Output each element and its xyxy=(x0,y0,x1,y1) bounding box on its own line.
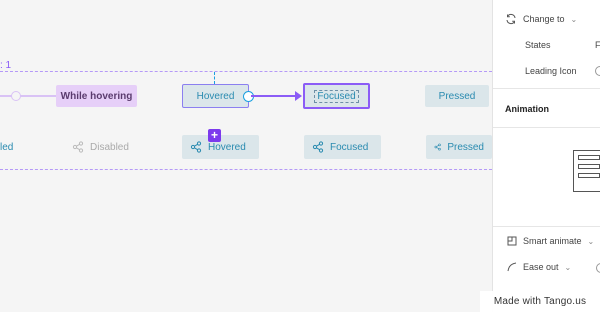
pressed-label: Pressed xyxy=(438,90,476,102)
frame-border-top xyxy=(0,71,492,72)
focused-variant-row2[interactable]: Focused xyxy=(304,135,381,159)
animation-section-title: Animation xyxy=(505,104,549,114)
pressed-label: Pressed xyxy=(447,141,484,153)
animation-preview xyxy=(493,128,600,226)
phone-preview-icon xyxy=(573,150,600,192)
selection-guide xyxy=(214,72,215,84)
hovered-variant[interactable]: Hovered xyxy=(182,84,249,108)
variant-label: led xyxy=(0,141,14,153)
connection-node-icon[interactable] xyxy=(11,91,21,101)
focused-variant[interactable]: Focused xyxy=(303,83,370,109)
leading-icon-label: Leading Icon xyxy=(525,66,577,76)
easing-dropdown[interactable]: Ease out ⌄ xyxy=(507,262,571,272)
divider xyxy=(493,88,600,89)
while-hovering-trigger[interactable]: While hovering xyxy=(56,85,137,107)
hovered-label: Hovered xyxy=(208,141,246,153)
frame-border-bottom xyxy=(0,169,492,170)
frame-label: : 1 xyxy=(0,60,12,71)
connection-wire-left xyxy=(0,95,56,97)
prototype-canvas[interactable]: : 1 While hovering Hovered Focused Press… xyxy=(0,0,492,312)
change-to-label: Change to xyxy=(523,14,565,24)
chevron-down-icon: ⌄ xyxy=(570,14,578,24)
refresh-icon xyxy=(506,13,516,25)
duration-toggle[interactable] xyxy=(596,263,600,273)
states-label: States xyxy=(525,40,551,50)
hovered-label: Hovered xyxy=(196,90,235,102)
share-icon xyxy=(434,143,441,151)
focused-label: Focused xyxy=(330,141,369,153)
ease-curve-icon xyxy=(507,262,517,272)
change-to-dropdown[interactable]: Change to ⌄ xyxy=(505,13,577,25)
ease-out-label: Ease out xyxy=(523,262,559,272)
smart-animate-label: Smart animate xyxy=(523,236,582,246)
divider xyxy=(493,226,600,227)
prototype-properties-panel: Change to ⌄ States F Leading Icon Animat… xyxy=(492,0,600,312)
smart-animate-dropdown[interactable]: Smart animate ⌄ xyxy=(507,236,594,246)
prototype-connection-arrow xyxy=(251,95,297,97)
plus-icon[interactable]: + xyxy=(208,129,221,142)
focused-label: Focused xyxy=(314,89,359,103)
disabled-label: Disabled xyxy=(90,141,129,153)
share-icon xyxy=(190,141,202,153)
states-select[interactable]: F xyxy=(595,40,600,50)
disabled-variant[interactable]: Disabled xyxy=(64,135,137,159)
chevron-down-icon: ⌄ xyxy=(587,236,595,246)
tango-watermark: Made with Tango.us xyxy=(480,291,600,312)
smart-animate-icon xyxy=(507,236,517,246)
while-hovering-label: While hovering xyxy=(60,90,133,102)
share-icon xyxy=(312,141,324,153)
pressed-variant-row2[interactable]: Pressed xyxy=(426,135,492,159)
pressed-variant[interactable]: Pressed xyxy=(425,85,489,107)
arrow-head-icon xyxy=(295,91,302,101)
chevron-down-icon: ⌄ xyxy=(564,262,572,272)
share-icon xyxy=(72,141,84,153)
leading-icon-toggle[interactable] xyxy=(595,66,600,76)
enabled-variant-partial[interactable]: led xyxy=(0,135,21,159)
